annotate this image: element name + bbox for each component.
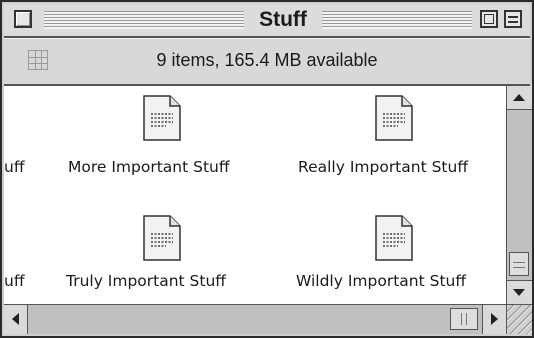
window-title: Stuff xyxy=(248,6,318,34)
document-icon[interactable] xyxy=(374,94,414,142)
title-bar-stripes-right xyxy=(322,11,472,29)
document-icon[interactable] xyxy=(142,94,182,142)
scroll-right-button[interactable] xyxy=(482,305,506,334)
item-label[interactable]: uff xyxy=(4,272,25,290)
vertical-scrollbar[interactable] xyxy=(506,86,532,304)
up-arrow-icon xyxy=(513,94,525,101)
collapse-box-button[interactable] xyxy=(504,10,522,28)
right-arrow-icon xyxy=(491,313,498,325)
horizontal-scrollbar[interactable] xyxy=(4,304,506,334)
item-label[interactable]: More Important Stuff xyxy=(68,158,230,176)
item-label[interactable]: Really Important Stuff xyxy=(298,158,468,176)
zoom-box-button[interactable] xyxy=(480,10,498,28)
scroll-left-button[interactable] xyxy=(4,305,28,334)
content-area[interactable]: uff More Important Stuff Really Importan… xyxy=(4,86,506,304)
document-icon[interactable] xyxy=(374,214,414,262)
vertical-scroll-thumb[interactable] xyxy=(509,252,529,276)
horizontal-scroll-thumb[interactable] xyxy=(450,308,478,330)
resize-grip-icon[interactable] xyxy=(506,304,532,334)
scroll-up-button[interactable] xyxy=(507,86,532,110)
finder-window: Stuff 9 items, 165.4 MB available uff Mo… xyxy=(0,0,534,338)
window-info-header: 9 items, 165.4 MB available xyxy=(4,38,530,86)
scroll-down-button[interactable] xyxy=(507,280,532,304)
icon-view-grid-icon xyxy=(28,50,48,70)
close-box-button[interactable] xyxy=(14,10,32,28)
title-bar[interactable]: Stuff xyxy=(4,4,530,38)
left-arrow-icon xyxy=(12,313,19,325)
item-label[interactable]: uff xyxy=(4,158,25,176)
document-icon[interactable] xyxy=(142,214,182,262)
title-bar-stripes-left xyxy=(44,11,244,29)
down-arrow-icon xyxy=(513,289,525,296)
status-text: 9 items, 165.4 MB available xyxy=(156,50,378,70)
item-label[interactable]: Wildly Important Stuff xyxy=(296,272,466,290)
item-label[interactable]: Truly Important Stuff xyxy=(66,272,226,290)
